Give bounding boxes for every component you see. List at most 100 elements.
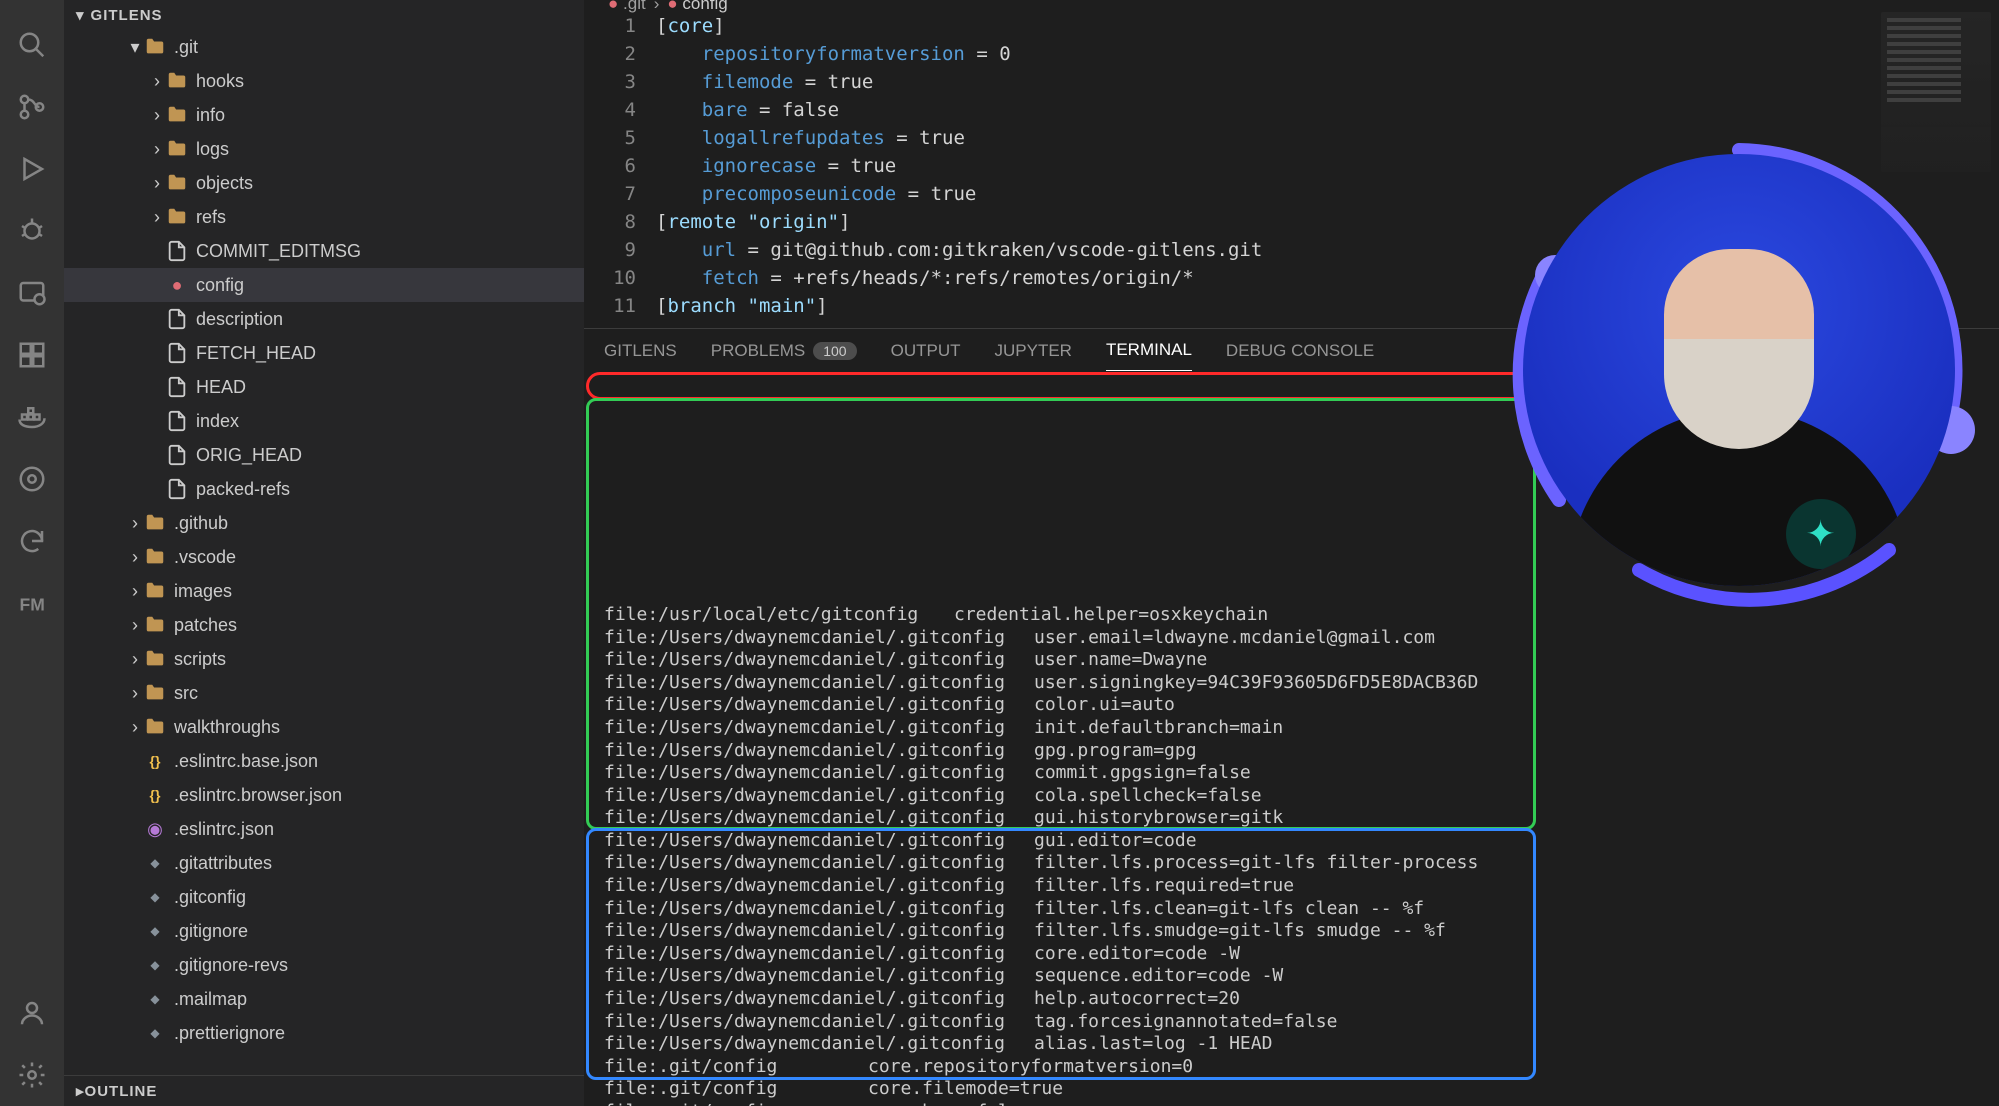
tree-item-label: .git <box>174 37 198 58</box>
bug-icon[interactable] <box>15 214 49 248</box>
remote-explorer-icon[interactable] <box>15 276 49 310</box>
panel-tab-label: TERMINAL <box>1106 340 1192 360</box>
line-number-gutter: 1234567891011 <box>584 12 656 320</box>
tree-item[interactable]: COMMIT_EDITMSG <box>64 234 584 268</box>
panel-tab-gitlens[interactable]: GITLENS <box>604 331 677 371</box>
explorer-sidebar: ▾ GITLENS ▾.git›hooks›info›logs›objects›… <box>64 0 584 1106</box>
file-icon <box>166 342 188 364</box>
account-icon[interactable] <box>15 996 49 1030</box>
tree-item-label: FETCH_HEAD <box>196 343 316 364</box>
tree-item[interactable]: ◆ .gitconfig <box>64 880 584 914</box>
file-icon <box>166 478 188 500</box>
tree-item-label: info <box>196 105 225 126</box>
panel-tab-terminal[interactable]: TERMINAL <box>1106 330 1192 371</box>
terminal-line: file:/Users/dwaynemcdaniel/.gitconfiggui… <box>604 830 1979 853</box>
tree-item[interactable]: ◉.eslintrc.json <box>64 812 584 846</box>
panel-tab-label: OUTPUT <box>891 341 961 361</box>
tree-item[interactable]: HEAD <box>64 370 584 404</box>
file-tree[interactable]: ▾.git›hooks›info›logs›objects›refs COMMI… <box>64 30 584 1075</box>
config-file-icon: ◆ <box>144 886 166 908</box>
tree-item[interactable]: FETCH_HEAD <box>64 336 584 370</box>
tree-item[interactable]: packed-refs <box>64 472 584 506</box>
tree-item[interactable]: › src <box>64 676 584 710</box>
tree-item-label: COMMIT_EDITMSG <box>196 241 361 262</box>
tree-item[interactable]: ›images <box>64 574 584 608</box>
tree-item[interactable]: ◆.gitignore <box>64 914 584 948</box>
chevron-right-icon: › <box>148 140 166 158</box>
panel-tab-label: GITLENS <box>604 341 677 361</box>
chevron-right-icon: ▸ <box>76 1082 85 1100</box>
tree-item-label: src <box>174 683 198 704</box>
scm-icon[interactable] <box>15 90 49 124</box>
highlight-system-box <box>586 372 1536 400</box>
terminal-line: file:/Users/dwaynemcdaniel/.gitconfigcol… <box>604 694 1979 717</box>
tree-item-label: .eslintrc.base.json <box>174 751 318 772</box>
tree-item[interactable]: › patches <box>64 608 584 642</box>
tree-item[interactable]: ›objects <box>64 166 584 200</box>
search-icon[interactable] <box>15 28 49 62</box>
tree-item-label: config <box>196 275 244 296</box>
terminal-line: file:/Users/dwaynemcdaniel/.gitconfigali… <box>604 1033 1979 1056</box>
config-file-icon: ◆ <box>144 852 166 874</box>
panel-tab-label: PROBLEMS <box>711 341 805 361</box>
terminal-line: file:/Users/dwaynemcdaniel/.gitconfigfil… <box>604 852 1979 875</box>
tree-item[interactable]: ORIG_HEAD <box>64 438 584 472</box>
panel-tab-jupyter[interactable]: JUPYTER <box>994 331 1071 371</box>
tree-item[interactable]: ◆.gitignore-revs <box>64 948 584 982</box>
folder-icon <box>144 580 166 602</box>
tree-item[interactable]: index <box>64 404 584 438</box>
chevron-down-icon: ▾ <box>126 38 144 56</box>
tree-item[interactable]: ›logs <box>64 132 584 166</box>
breadcrumb[interactable]: ● .git › ● config <box>584 0 1999 8</box>
chevron-right-icon: › <box>126 650 144 668</box>
tree-item-label: hooks <box>196 71 244 92</box>
tree-item[interactable]: ▾ .git <box>64 30 584 64</box>
tree-item-label: patches <box>174 615 237 636</box>
tree-item-label: .gitconfig <box>174 887 246 908</box>
fm-icon[interactable]: FM <box>15 586 49 620</box>
debug-alt-icon[interactable] <box>15 152 49 186</box>
panel-tab-output[interactable]: OUTPUT <box>891 331 961 371</box>
chevron-right-icon: › <box>126 684 144 702</box>
file-icon <box>166 240 188 262</box>
file-icon <box>166 308 188 330</box>
tree-item[interactable]: ›walkthroughs <box>64 710 584 744</box>
tree-item[interactable]: ›.github <box>64 506 584 540</box>
gear-icon[interactable] <box>15 1058 49 1092</box>
git-branch-icon[interactable] <box>15 462 49 496</box>
sync-icon[interactable] <box>15 524 49 558</box>
explorer-title[interactable]: ▾ GITLENS <box>64 0 584 30</box>
chevron-right-icon: › <box>126 616 144 634</box>
extensions-icon[interactable] <box>15 338 49 372</box>
tree-item[interactable]: {}.eslintrc.browser.json <box>64 778 584 812</box>
tree-item[interactable]: ›.vscode <box>64 540 584 574</box>
tree-item[interactable]: ●config <box>64 268 584 302</box>
config-file-icon: ◆ <box>144 954 166 976</box>
tree-item[interactable]: ◆.gitattributes <box>64 846 584 880</box>
chevron-right-icon: › <box>148 208 166 226</box>
terminal-line: file:/Users/dwaynemcdaniel/.gitconfigcor… <box>604 943 1979 966</box>
tree-item[interactable]: {}.eslintrc.base.json <box>64 744 584 778</box>
chevron-right-icon: › <box>126 582 144 600</box>
panel-tab-problems[interactable]: PROBLEMS 100 <box>711 331 857 371</box>
tree-item[interactable]: description <box>64 302 584 336</box>
folder-icon <box>144 614 166 636</box>
panel-tab-label: DEBUG CONSOLE <box>1226 341 1374 361</box>
outline-section[interactable]: ▸ OUTLINE <box>64 1075 584 1106</box>
tree-item[interactable]: ›scripts <box>64 642 584 676</box>
terminal-line: file:/Users/dwaynemcdaniel/.gitconfiguse… <box>604 672 1979 695</box>
tree-item[interactable]: › refs <box>64 200 584 234</box>
chevron-right-icon: › <box>148 72 166 90</box>
tree-item[interactable]: ◆.mailmap <box>64 982 584 1016</box>
tree-item-label: index <box>196 411 239 432</box>
eslint-icon: ◉ <box>144 818 166 840</box>
tree-item[interactable]: ›info <box>64 98 584 132</box>
terminal-line: file:/Users/dwaynemcdaniel/.gitconfigini… <box>604 717 1979 740</box>
tree-item[interactable]: ◆.prettierignore <box>64 1016 584 1050</box>
tree-item-label: packed-refs <box>196 479 290 500</box>
problems-badge: 100 <box>813 342 856 360</box>
panel-tab-debug-console[interactable]: DEBUG CONSOLE <box>1226 331 1374 371</box>
tree-item-label: refs <box>196 207 226 228</box>
docker-icon[interactable] <box>15 400 49 434</box>
tree-item[interactable]: › hooks <box>64 64 584 98</box>
